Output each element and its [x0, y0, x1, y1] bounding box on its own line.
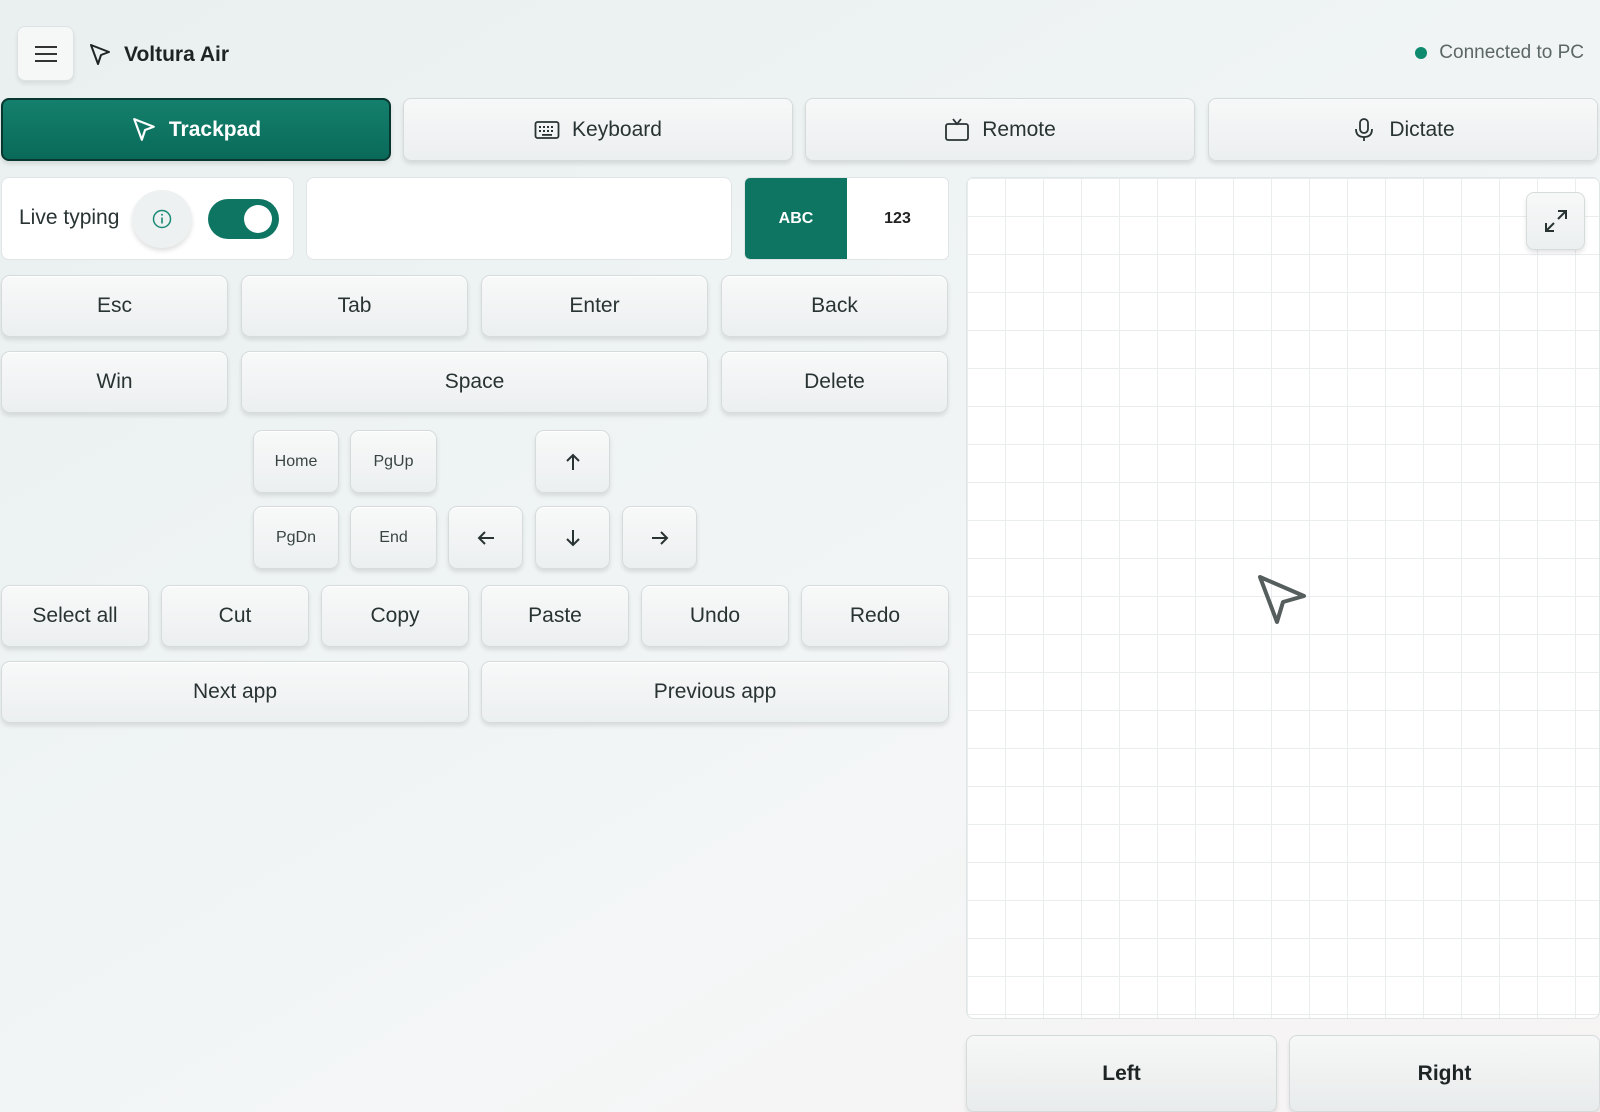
cut-key[interactable]: Cut: [161, 585, 309, 647]
info-icon: [152, 209, 172, 229]
input-mode-switch: ABC 123: [744, 177, 949, 260]
mode-123-button[interactable]: 123: [847, 178, 948, 259]
mode-abc-button[interactable]: ABC: [745, 178, 847, 259]
right-click-button[interactable]: Right: [1289, 1035, 1600, 1112]
arrow-up-key[interactable]: [535, 430, 610, 493]
toggle-knob: [244, 205, 272, 233]
app-title: Voltura Air: [124, 43, 230, 66]
space-key[interactable]: Space: [241, 351, 708, 413]
live-typing-label: Live typing: [19, 206, 120, 229]
arrow-right-key[interactable]: [622, 506, 697, 569]
pointer-icon: [1258, 575, 1306, 624]
pgdn-key[interactable]: PgDn: [253, 506, 339, 569]
app-header: Voltura Air: [88, 40, 229, 70]
end-key[interactable]: End: [350, 506, 437, 569]
info-button[interactable]: [132, 190, 192, 248]
arrow-left-icon: [477, 530, 494, 545]
tv-icon: [945, 117, 970, 141]
delete-key[interactable]: Delete: [721, 351, 948, 413]
pgup-key[interactable]: PgUp: [350, 430, 437, 493]
win-key[interactable]: Win: [1, 351, 228, 413]
live-typing-input[interactable]: [306, 177, 732, 260]
status-dot-icon: [1415, 47, 1428, 59]
select-all-key[interactable]: Select all: [1, 585, 149, 647]
arrow-down-icon: [565, 529, 580, 546]
tab-key[interactable]: Tab: [241, 275, 468, 337]
enter-key[interactable]: Enter: [481, 275, 708, 337]
connection-status: Connected to PC: [1415, 42, 1584, 64]
tab-keyboard[interactable]: Keyboard: [403, 98, 793, 161]
tab-label: Remote: [982, 117, 1056, 141]
live-typing-panel: Live typing: [1, 177, 294, 260]
hamburger-icon: [34, 45, 57, 62]
paste-key[interactable]: Paste: [481, 585, 629, 647]
arrow-left-key[interactable]: [448, 506, 523, 569]
keyboard-icon: [534, 120, 560, 139]
copy-key[interactable]: Copy: [321, 585, 469, 647]
undo-key[interactable]: Undo: [641, 585, 789, 647]
back-key[interactable]: Back: [721, 275, 948, 337]
redo-key[interactable]: Redo: [801, 585, 949, 647]
arrow-right-icon: [651, 530, 668, 545]
tab-trackpad[interactable]: Trackpad: [1, 98, 391, 161]
previous-app-key[interactable]: Previous app: [481, 661, 949, 723]
tab-remote[interactable]: Remote: [805, 98, 1195, 161]
tab-label: Trackpad: [168, 117, 262, 141]
expand-button[interactable]: [1526, 192, 1585, 250]
arrow-down-key[interactable]: [535, 506, 610, 569]
cursor-logo-icon: [90, 44, 110, 65]
esc-key[interactable]: Esc: [1, 275, 228, 337]
microphone-icon: [1355, 117, 1374, 141]
status-text: Connected to PC: [1439, 42, 1584, 63]
tab-dictate[interactable]: Dictate: [1208, 98, 1598, 161]
left-click-button[interactable]: Left: [966, 1035, 1277, 1112]
next-app-key[interactable]: Next app: [1, 661, 469, 723]
home-key[interactable]: Home: [253, 430, 339, 493]
trackpad-surface[interactable]: [966, 177, 1600, 1019]
expand-icon: [1544, 210, 1567, 232]
tab-label: Dictate: [1389, 117, 1455, 141]
live-typing-toggle[interactable]: [208, 199, 279, 239]
tab-label: Keyboard: [572, 117, 662, 141]
arrow-up-icon: [565, 453, 580, 470]
cursor-icon: [133, 117, 155, 141]
menu-button[interactable]: [17, 26, 74, 81]
